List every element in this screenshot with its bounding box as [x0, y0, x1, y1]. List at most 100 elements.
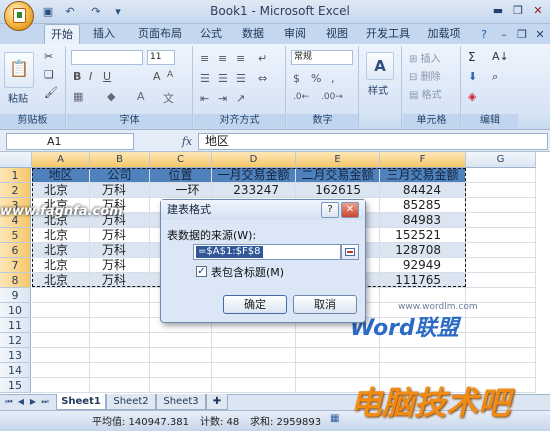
cancel-button[interactable]: 取消 — [293, 295, 357, 314]
column-header-g[interactable]: G — [466, 152, 536, 168]
empty-cell[interactable] — [90, 363, 150, 378]
empty-cell[interactable] — [212, 378, 296, 393]
dialog-help-icon[interactable]: ? — [321, 202, 339, 218]
sort-filter-icon[interactable]: A↓ — [492, 50, 509, 63]
empty-cell[interactable] — [212, 363, 296, 378]
shrink-font-icon[interactable]: A — [167, 70, 173, 80]
sheet-tab-2[interactable]: Sheet2 — [106, 394, 156, 410]
align-top-icon[interactable]: ≡ — [200, 52, 209, 65]
italic-icon[interactable]: I — [89, 70, 92, 83]
empty-cell[interactable] — [212, 348, 296, 363]
name-box[interactable]: A1 — [6, 133, 134, 150]
bold-icon[interactable]: B — [73, 70, 81, 83]
office-button[interactable] — [4, 1, 34, 31]
align-center-icon[interactable]: ☰ — [218, 72, 228, 85]
merge-center-icon[interactable]: ⇔ — [258, 72, 267, 85]
empty-cell[interactable] — [32, 303, 90, 318]
empty-cell[interactable] — [466, 318, 536, 333]
cut-icon[interactable]: ✂ — [44, 50, 53, 63]
align-left-icon[interactable]: ☰ — [200, 72, 210, 85]
font-size-combo[interactable]: 11 — [147, 50, 175, 65]
clear-icon[interactable]: ◈ — [468, 90, 476, 103]
row-header-8[interactable]: 8 — [0, 273, 31, 288]
empty-cell[interactable] — [150, 348, 212, 363]
prev-sheet-icon[interactable]: ◀ — [16, 396, 26, 408]
empty-cell[interactable] — [466, 168, 536, 183]
tab-addins[interactable]: 加载项 — [422, 24, 466, 44]
increase-decimal-icon[interactable]: .0← — [293, 92, 309, 102]
insert-function-icon[interactable]: fx — [178, 133, 196, 150]
minimize-icon[interactable]: ▬ — [488, 2, 508, 20]
underline-icon[interactable]: U — [103, 70, 111, 83]
tab-home[interactable]: 开始 — [44, 24, 80, 44]
empty-cell[interactable] — [150, 363, 212, 378]
row-header-6[interactable]: 6 — [0, 243, 31, 258]
customize-qat-icon[interactable]: ▾ — [110, 4, 126, 20]
empty-cell[interactable] — [212, 333, 296, 348]
increase-indent-icon[interactable]: ⇥ — [218, 92, 227, 105]
source-range-input[interactable]: =$A$1:$F$8 — [193, 244, 341, 260]
empty-cell[interactable] — [90, 318, 150, 333]
decrease-indent-icon[interactable]: ⇤ — [200, 92, 209, 105]
row-header-9[interactable]: 9 — [0, 288, 31, 303]
empty-cell[interactable] — [150, 378, 212, 393]
styles-label[interactable]: 样式 — [368, 82, 388, 97]
close-icon[interactable]: ✕ — [528, 2, 548, 20]
next-sheet-icon[interactable]: ▶ — [28, 396, 38, 408]
number-format-combo[interactable]: 常规 — [291, 50, 353, 65]
percent-icon[interactable]: % — [311, 72, 321, 85]
empty-cell[interactable] — [466, 288, 536, 303]
empty-cell[interactable] — [466, 228, 536, 243]
help-icon[interactable]: ? — [474, 26, 494, 44]
normal-view-icon[interactable]: ▦ — [330, 413, 339, 424]
has-headers-label[interactable]: 表包含标题(M) — [211, 264, 284, 280]
column-header-b[interactable]: B — [90, 152, 150, 168]
border-icon[interactable]: ▦ — [73, 90, 83, 103]
styles-icon[interactable]: A — [366, 52, 394, 80]
empty-cell[interactable] — [466, 273, 536, 288]
first-sheet-icon[interactable]: ⏮ — [4, 396, 14, 408]
empty-cell[interactable] — [32, 318, 90, 333]
insert-cells-button[interactable]: ⊞ 插入 — [409, 50, 441, 65]
copy-icon[interactable]: ❏ — [44, 68, 54, 81]
ok-button[interactable]: 确定 — [223, 295, 287, 314]
tab-developer[interactable]: 开发工具 — [360, 24, 416, 44]
empty-cell[interactable] — [466, 363, 536, 378]
empty-cell[interactable] — [466, 198, 536, 213]
row-header-15[interactable]: 15 — [0, 378, 31, 393]
find-select-icon[interactable]: ⌕ — [492, 70, 498, 84]
tab-view[interactable]: 视图 — [320, 24, 354, 44]
row-header-2[interactable]: 2 — [0, 183, 31, 198]
row-header-10[interactable]: 10 — [0, 303, 31, 318]
empty-cell[interactable] — [466, 183, 536, 198]
row-header-1[interactable]: 1 — [0, 168, 31, 183]
empty-cell[interactable] — [90, 288, 150, 303]
select-all-corner[interactable] — [0, 152, 32, 168]
sheet-tab-1[interactable]: Sheet1 — [56, 394, 106, 410]
fill-color-icon[interactable]: ◆ — [107, 90, 115, 103]
formula-input[interactable]: 地区 — [198, 133, 548, 150]
row-header-11[interactable]: 11 — [0, 318, 31, 333]
row-header-14[interactable]: 14 — [0, 363, 31, 378]
column-header-f[interactable]: F — [380, 152, 466, 168]
tab-review[interactable]: 审阅 — [278, 24, 312, 44]
empty-cell[interactable] — [32, 348, 90, 363]
delete-cells-button[interactable]: ⊟ 删除 — [409, 68, 441, 83]
align-middle-icon[interactable]: ≡ — [218, 52, 227, 65]
empty-cell[interactable] — [466, 258, 536, 273]
tab-page-layout[interactable]: 页面布局 — [130, 24, 190, 44]
row-header-13[interactable]: 13 — [0, 348, 31, 363]
comma-icon[interactable]: , — [331, 72, 335, 85]
empty-cell[interactable] — [380, 348, 466, 363]
empty-cell[interactable] — [90, 333, 150, 348]
collapse-dialog-icon[interactable] — [341, 244, 359, 260]
tab-formulas[interactable]: 公式 — [194, 24, 228, 44]
empty-cell[interactable] — [90, 348, 150, 363]
sheet-tab-3[interactable]: Sheet3 — [156, 394, 206, 410]
autosum-icon[interactable]: Σ — [468, 50, 476, 64]
workbook-close-icon[interactable]: ✕ — [530, 26, 550, 44]
format-cells-button[interactable]: ▤ 格式 — [409, 86, 442, 101]
paste-icon[interactable]: 📋 — [4, 52, 34, 88]
font-color-icon[interactable]: A — [137, 90, 145, 103]
dialog-close-icon[interactable]: ✕ — [341, 202, 359, 218]
